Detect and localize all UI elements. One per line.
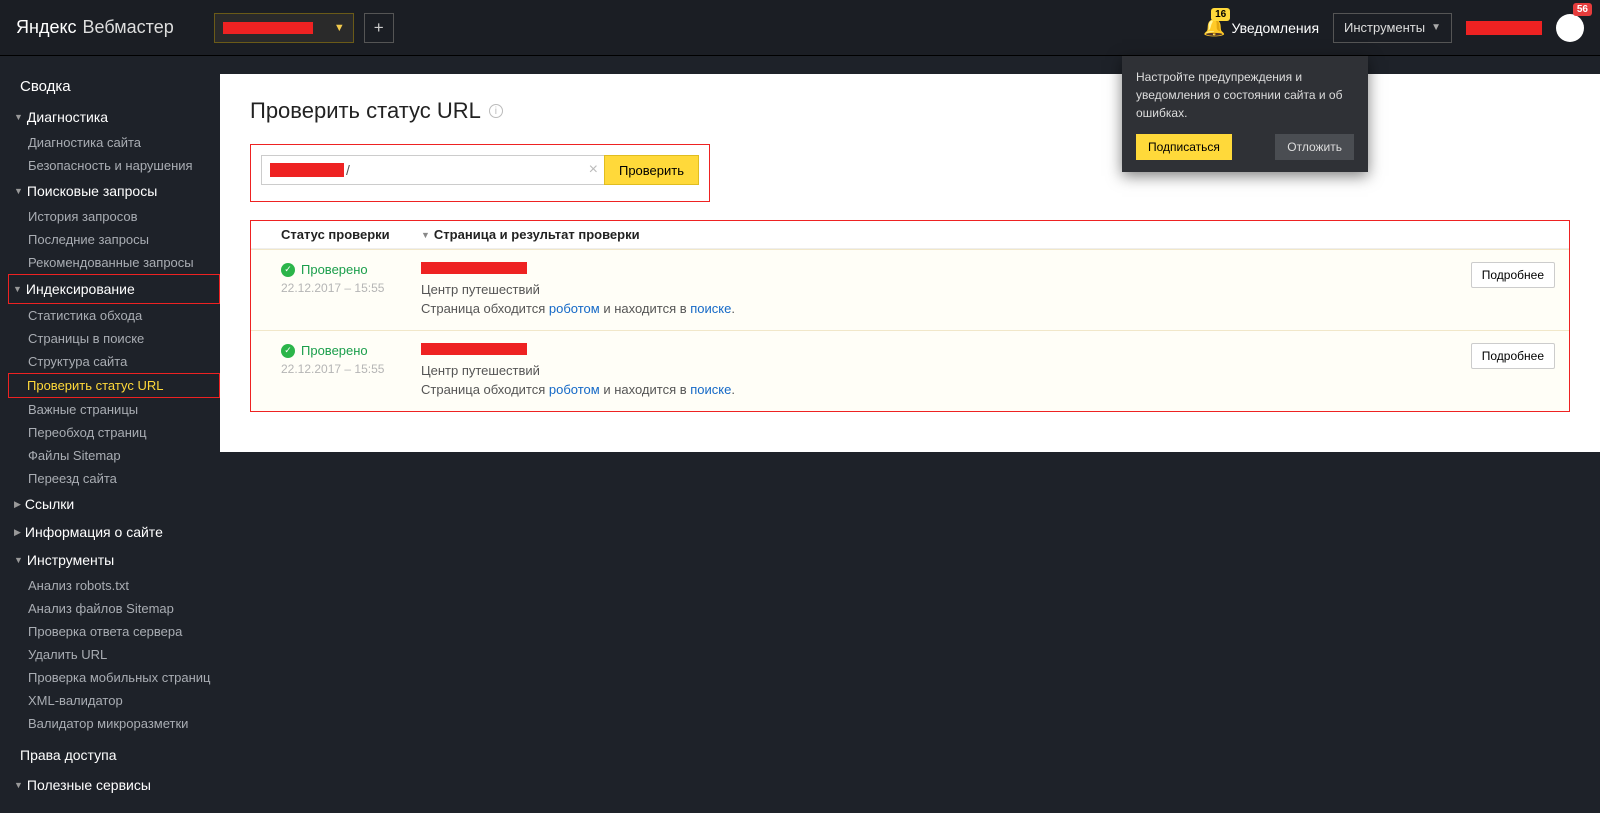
nav-site-structure[interactable]: Структура сайта (10, 350, 220, 373)
nav-diagnostics[interactable]: ▼Диагностика (10, 103, 220, 131)
page-title: Проверить статус URL (250, 98, 481, 124)
notif-popup: Настройте предупреждения и уведомления о… (1122, 56, 1368, 172)
col-status: Статус проверки (281, 227, 421, 242)
postpone-button[interactable]: Отложить (1275, 134, 1354, 160)
page-description: Центр путешествий (421, 363, 1445, 378)
caret-down-icon: ▼ (14, 112, 23, 122)
avatar (1556, 14, 1584, 42)
site-selector[interactable]: ▼ (214, 13, 354, 43)
check-ok-icon: ✓ (281, 344, 295, 358)
nav-useful-services[interactable]: ▼Полезные сервисы (10, 771, 220, 799)
nav-delete-url[interactable]: Удалить URL (10, 643, 220, 666)
result-row: ✓ Проверено 22.12.2017 – 15:55 Центр путе… (251, 249, 1569, 330)
details-button[interactable]: Подробнее (1471, 262, 1555, 288)
main: Проверить статус URL i / × Проверить Ста… (220, 56, 1600, 813)
result-url-redacted (421, 343, 527, 355)
header-right: 🔔 16 Уведомления Инструменты ▼ 56 (1203, 13, 1584, 43)
results-table: Статус проверки ▼Страница и результат пр… (250, 220, 1570, 412)
content-panel: Проверить статус URL i / × Проверить Ста… (220, 74, 1600, 452)
search-link[interactable]: поиске (690, 382, 731, 397)
status-text: Проверено (301, 262, 368, 277)
nav-mobile-check[interactable]: Проверка мобильных страниц (10, 666, 220, 689)
nav-access-rights[interactable]: Права доступа (10, 735, 220, 771)
clear-icon[interactable]: × (589, 161, 598, 179)
nav-site-move[interactable]: Переезд сайта (10, 467, 220, 490)
robot-link[interactable]: роботом (549, 301, 600, 316)
url-input[interactable]: / × (261, 155, 604, 185)
username-redacted[interactable] (1466, 21, 1542, 35)
chevron-down-icon: ▼ (1431, 22, 1441, 33)
nav-pages-in-search[interactable]: Страницы в поиске (10, 327, 220, 350)
results-header: Статус проверки ▼Страница и результат пр… (251, 221, 1569, 249)
nav-check-url-status[interactable]: Проверить статус URL (9, 374, 213, 397)
header: Яндекс Вебмастер ▼ + 🔔 16 Уведомления Ин… (0, 0, 1600, 56)
nav-diag-site[interactable]: Диагностика сайта (10, 131, 220, 154)
nav-sitemap-files[interactable]: Файлы Sitemap (10, 444, 220, 467)
check-button[interactable]: Проверить (604, 155, 699, 185)
nav-query-history[interactable]: История запросов (10, 205, 220, 228)
result-row: ✓ Проверено 22.12.2017 – 15:55 Центр путе… (251, 330, 1569, 411)
caret-down-icon: ▼ (14, 780, 23, 790)
search-link[interactable]: поиске (690, 301, 731, 316)
url-check-box: / × Проверить (250, 144, 710, 202)
caret-right-icon: ▶ (14, 527, 21, 538)
logo-brand: Яндекс (16, 17, 77, 38)
url-suffix: / (346, 162, 350, 178)
tools-dropdown[interactable]: Инструменты ▼ (1333, 13, 1452, 43)
nav-microdata-validator[interactable]: Валидатор микроразметки (10, 712, 220, 735)
avatar-wrap[interactable]: 56 (1556, 14, 1584, 42)
notif-label: Уведомления (1231, 20, 1319, 36)
url-redacted (270, 163, 344, 177)
notifications[interactable]: 🔔 16 Уведомления (1203, 17, 1319, 38)
nav-server-response[interactable]: Проверка ответа сервера (10, 620, 220, 643)
nav-important-pages[interactable]: Важные страницы (10, 398, 220, 421)
check-ok-icon: ✓ (281, 263, 295, 277)
crawl-info: Страница обходится роботом и находится в… (421, 382, 1445, 397)
chevron-down-icon: ▼ (334, 22, 345, 34)
logo-product: Вебмастер (83, 17, 174, 38)
nav-site-info[interactable]: ▶Информация о сайте (10, 518, 220, 546)
crawl-info: Страница обходится роботом и находится в… (421, 301, 1445, 316)
nav-diag-security[interactable]: Безопасность и нарушения (10, 154, 220, 177)
notif-badge: 16 (1211, 8, 1230, 21)
caret-down-icon: ▼ (14, 186, 23, 196)
timestamp: 22.12.2017 – 15:55 (281, 362, 421, 376)
page-description: Центр путешествий (421, 282, 1445, 297)
nav-tools[interactable]: ▼Инструменты (10, 546, 220, 574)
col-page[interactable]: ▼Страница и результат проверки (421, 227, 1559, 242)
logo[interactable]: Яндекс Вебмастер (16, 17, 174, 38)
tools-label: Инструменты (1344, 20, 1425, 35)
popup-text: Настройте предупреждения и уведомления о… (1136, 68, 1354, 122)
details-button[interactable]: Подробнее (1471, 343, 1555, 369)
nav-query-last[interactable]: Последние запросы (10, 228, 220, 251)
nav-robots-txt[interactable]: Анализ robots.txt (10, 574, 220, 597)
nav-query-recommended[interactable]: Рекомендованные запросы (10, 251, 220, 274)
info-icon[interactable]: i (489, 104, 503, 118)
nav-crawl-stats[interactable]: Статистика обхода (10, 304, 220, 327)
nav-search-queries[interactable]: ▼Поисковые запросы (10, 177, 220, 205)
robot-link[interactable]: роботом (549, 382, 600, 397)
caret-right-icon: ▶ (14, 499, 21, 510)
nav-summary[interactable]: Сводка (10, 70, 220, 103)
selected-site-redacted (223, 22, 313, 34)
add-site-button[interactable]: + (364, 13, 394, 43)
caret-down-icon: ▼ (13, 284, 22, 294)
nav-indexing[interactable]: ▼Индексирование (9, 275, 213, 303)
result-url-redacted (421, 262, 527, 274)
sort-icon: ▼ (421, 230, 430, 240)
timestamp: 22.12.2017 – 15:55 (281, 281, 421, 295)
status-text: Проверено (301, 343, 368, 358)
subscribe-button[interactable]: Подписаться (1136, 134, 1232, 160)
avatar-badge: 56 (1573, 3, 1592, 16)
nav-links[interactable]: ▶Ссылки (10, 490, 220, 518)
sidebar: Сводка ▼Диагностика Диагностика сайта Бе… (0, 56, 220, 813)
nav-xml-validator[interactable]: XML-валидатор (10, 689, 220, 712)
nav-sitemap-analysis[interactable]: Анализ файлов Sitemap (10, 597, 220, 620)
caret-down-icon: ▼ (14, 555, 23, 565)
nav-recrawl[interactable]: Переобход страниц (10, 421, 220, 444)
